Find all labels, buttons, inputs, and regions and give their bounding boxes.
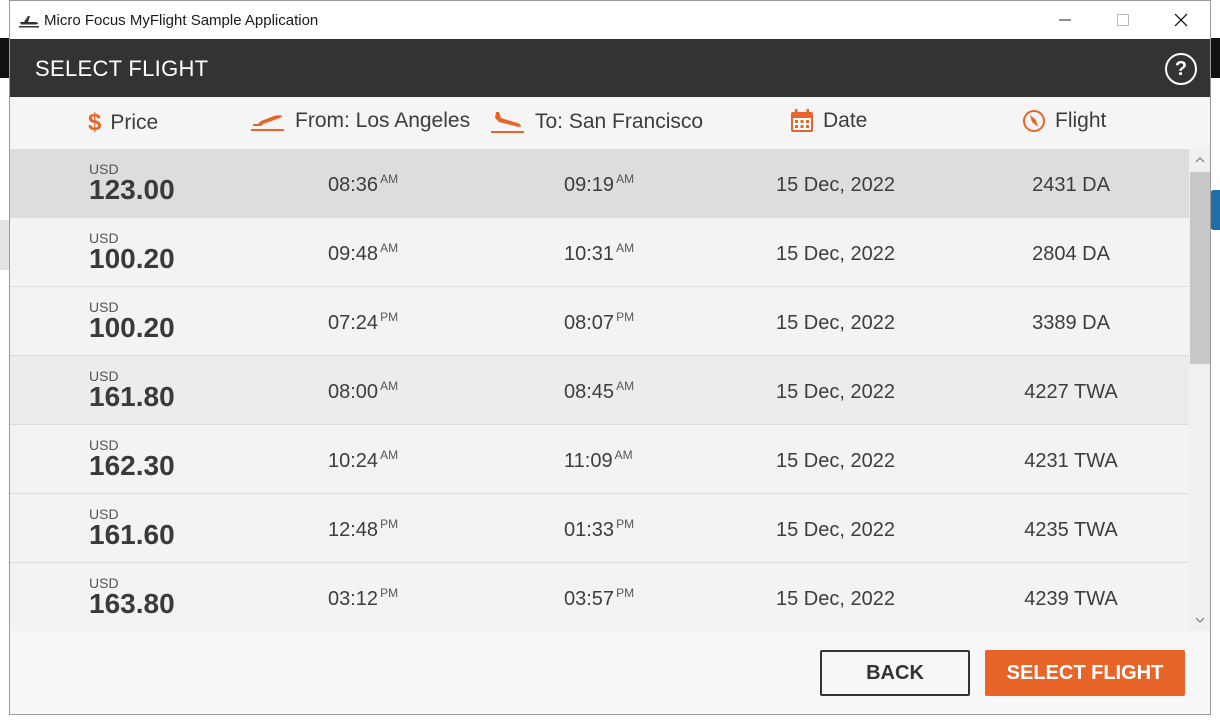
select-flight-button[interactable]: SELECT FLIGHT xyxy=(985,650,1185,696)
price-value: 100.20 xyxy=(89,312,175,343)
flight-date: 15 Dec, 2022 xyxy=(776,588,895,610)
flight-number: 4231 TWA xyxy=(1024,450,1118,472)
maximize-icon xyxy=(1117,14,1129,26)
flight-number: 4235 TWA xyxy=(1024,519,1118,541)
price-value: 161.80 xyxy=(89,381,175,412)
takeoff-icon xyxy=(250,110,286,132)
minimize-button[interactable] xyxy=(1036,1,1094,39)
close-button[interactable] xyxy=(1152,1,1210,39)
column-header-flight[interactable]: Flight xyxy=(1022,109,1106,133)
scrollbar-thumb[interactable] xyxy=(1190,172,1210,364)
price-value: 100.20 xyxy=(89,243,175,274)
scroll-up-button[interactable] xyxy=(1189,149,1210,171)
column-label-from: From: Los Angeles xyxy=(295,109,471,132)
flight-row[interactable]: USD 123.00 08:36 AM 09:19 AM 15 Dec, 2022 … xyxy=(10,149,1189,218)
flight-row[interactable]: USD 163.80 03:12 PM 03:57 PM 15 Dec, 2022 … xyxy=(10,563,1189,631)
arrival-time: 08:45 AM xyxy=(564,379,635,403)
page-header: SELECT FLIGHT ? xyxy=(10,39,1210,97)
flight-number: 4227 TWA xyxy=(1024,381,1118,403)
column-header-to[interactable]: To: San Francisco xyxy=(490,109,703,135)
flight-row[interactable]: USD 100.20 09:48 AM 10:31 AM 15 Dec, 2022 … xyxy=(10,218,1189,287)
flight-date: 15 Dec, 2022 xyxy=(776,381,895,403)
price-value: 162.30 xyxy=(89,450,175,481)
help-button[interactable]: ? xyxy=(1165,53,1197,85)
compass-icon xyxy=(1022,109,1046,133)
airplane-icon xyxy=(18,12,40,28)
flight-number: 2804 DA xyxy=(1032,243,1110,265)
column-label-date: Date xyxy=(823,109,868,132)
minimize-icon xyxy=(1059,19,1071,21)
window-title: Micro Focus MyFlight Sample Application xyxy=(44,12,319,29)
flight-row[interactable]: USD 162.30 10:24 AM 11:09 AM 15 Dec, 2022 … xyxy=(10,425,1189,494)
column-header-bar: $ Price From: Los Angeles To: San Franci… xyxy=(10,97,1210,150)
flight-row[interactable]: USD 161.80 08:00 AM 08:45 AM 15 Dec, 2022 … xyxy=(10,356,1189,425)
arrival-time: 01:33 PM xyxy=(564,517,635,541)
departure-time: 03:12 PM xyxy=(328,586,399,610)
arrival-time: 08:07 PM xyxy=(564,310,635,334)
departure-time: 08:00 AM xyxy=(328,379,399,403)
background-app-button xyxy=(1210,190,1220,230)
landing-icon xyxy=(490,109,526,135)
price-value: 123.00 xyxy=(89,174,175,205)
flight-date: 15 Dec, 2022 xyxy=(776,450,895,472)
column-label-price: Price xyxy=(110,111,159,134)
departure-time: 12:48 PM xyxy=(328,517,399,541)
departure-time: 10:24 AM xyxy=(328,448,399,472)
arrival-time: 09:19 AM xyxy=(564,172,635,196)
maximize-button[interactable] xyxy=(1094,1,1152,39)
back-button[interactable]: BACK xyxy=(820,650,970,696)
chevron-down-icon xyxy=(1195,617,1205,623)
flight-date: 15 Dec, 2022 xyxy=(776,243,895,265)
app-window: Micro Focus MyFlight Sample Application … xyxy=(9,0,1211,715)
column-label-to: To: San Francisco xyxy=(535,110,704,133)
title-bar: Micro Focus MyFlight Sample Application xyxy=(10,1,1210,39)
column-header-date[interactable]: Date xyxy=(790,109,867,133)
arrival-time: 03:57 PM xyxy=(564,586,635,610)
flight-number: 3389 DA xyxy=(1032,312,1110,334)
flight-row[interactable]: USD 100.20 07:24 PM 08:07 PM 15 Dec, 2022 … xyxy=(10,287,1189,356)
departure-time: 07:24 PM xyxy=(328,310,399,334)
departure-time: 08:36 AM xyxy=(328,172,399,196)
arrival-time: 10:31 AM xyxy=(564,241,635,265)
column-label-flight: Flight xyxy=(1055,109,1107,132)
flight-date: 15 Dec, 2022 xyxy=(776,519,895,541)
flight-number: 4239 TWA xyxy=(1024,588,1118,610)
flight-number: 2431 DA xyxy=(1032,174,1110,196)
footer-actions: BACK SELECT FLIGHT xyxy=(10,632,1210,714)
column-header-price[interactable]: $ Price xyxy=(88,109,158,137)
flight-date: 15 Dec, 2022 xyxy=(776,312,895,334)
flight-list: USD 123.00 08:36 AM 09:19 AM 15 Dec, 2022 … xyxy=(10,149,1189,631)
column-header-from[interactable]: From: Los Angeles xyxy=(250,109,470,133)
price-value: 163.80 xyxy=(89,588,175,619)
scroll-down-button[interactable] xyxy=(1189,609,1210,631)
price-value: 161.60 xyxy=(89,519,175,550)
arrival-time: 11:09 AM xyxy=(564,448,633,472)
flight-row[interactable]: USD 161.60 12:48 PM 01:33 PM 15 Dec, 2022 … xyxy=(10,494,1189,563)
departure-time: 09:48 AM xyxy=(328,241,399,265)
close-icon xyxy=(1174,13,1188,27)
flight-list-scrollbar[interactable] xyxy=(1189,149,1210,631)
calendar-icon xyxy=(790,109,814,133)
dollar-icon: $ xyxy=(88,109,102,136)
chevron-up-icon xyxy=(1195,157,1205,163)
page-title: SELECT FLIGHT xyxy=(35,56,209,81)
flight-date: 15 Dec, 2022 xyxy=(776,174,895,196)
